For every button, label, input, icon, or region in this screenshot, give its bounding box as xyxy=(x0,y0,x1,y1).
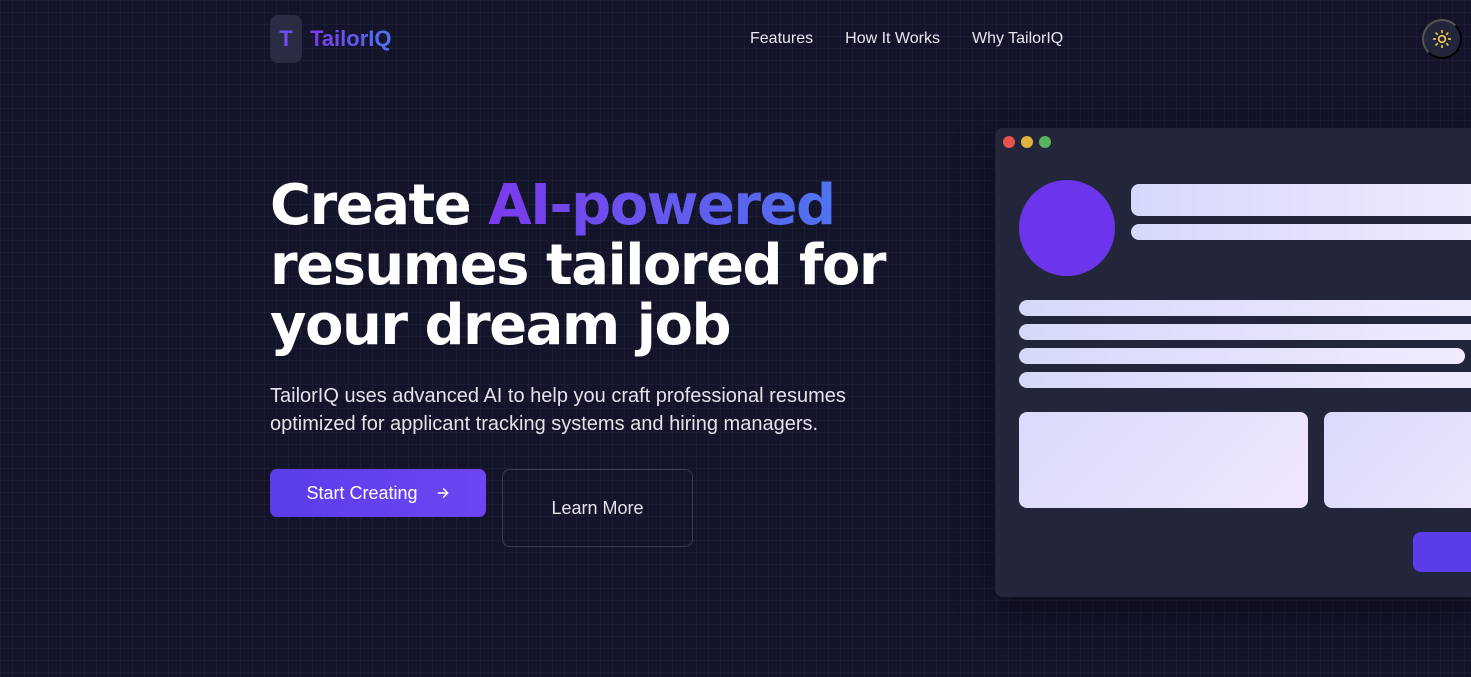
hero-title-highlight: AI-powered xyxy=(488,173,836,238)
arrow-right-icon xyxy=(437,488,448,498)
text-placeholder-line xyxy=(1019,372,1471,388)
nav-link-how-it-works[interactable]: How It Works xyxy=(845,30,940,48)
nav-link-why-tailoriq[interactable]: Why TailorIQ xyxy=(972,30,1063,48)
text-placeholder-line xyxy=(1019,300,1471,316)
sun-icon xyxy=(1432,29,1452,49)
logo-mark: T xyxy=(270,15,302,63)
mock-action-button xyxy=(1413,532,1471,572)
name-placeholder-bar xyxy=(1131,184,1471,216)
logo[interactable]: T TailorIQ xyxy=(270,15,392,63)
resume-preview-mockup xyxy=(995,128,1471,597)
main-nav: Features How It Works Why TailorIQ xyxy=(750,30,1063,48)
text-placeholder-line xyxy=(1019,348,1465,364)
text-placeholder-line xyxy=(1019,324,1471,340)
theme-toggle-button[interactable] xyxy=(1422,19,1462,59)
window-maximize-dot xyxy=(1039,136,1051,148)
hero-title: Create AI-powered resumes tailored for y… xyxy=(270,176,950,356)
section-placeholder-card xyxy=(1019,412,1308,508)
logo-text: TailorIQ xyxy=(310,26,392,51)
start-creating-button[interactable]: Start Creating xyxy=(270,469,486,517)
window-minimize-dot xyxy=(1021,136,1033,148)
hero-description: TailorIQ uses advanced AI to help you cr… xyxy=(270,385,846,435)
nav-link-features[interactable]: Features xyxy=(750,30,813,48)
title-placeholder-bar xyxy=(1131,224,1471,240)
hero-title-prefix: Create xyxy=(270,173,489,238)
start-creating-label: Start Creating xyxy=(306,482,418,503)
window-close-dot xyxy=(1003,136,1015,148)
learn-more-button[interactable]: Learn More xyxy=(502,469,693,547)
section-placeholder-card xyxy=(1324,412,1471,508)
avatar-placeholder xyxy=(1019,180,1115,276)
hero-title-rest: resumes tailored for your dream job xyxy=(270,233,887,358)
